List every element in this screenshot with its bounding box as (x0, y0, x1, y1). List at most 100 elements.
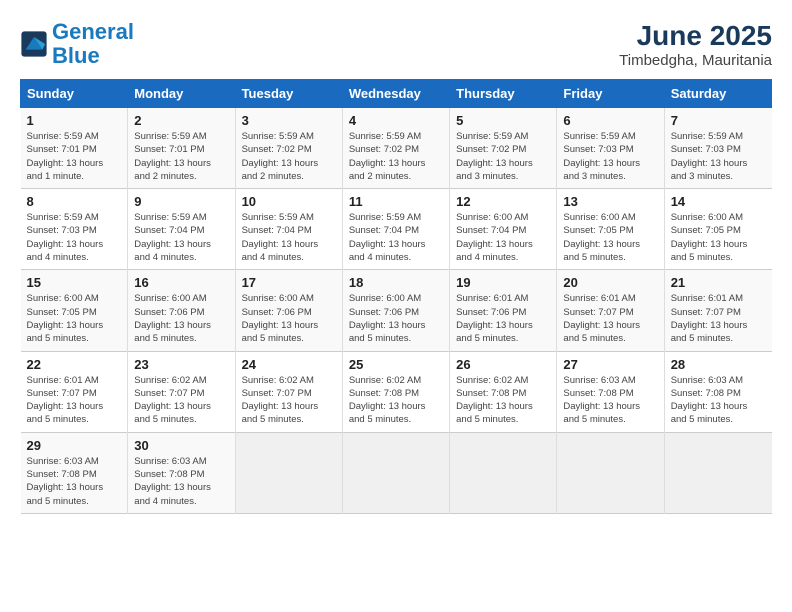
calendar-header-row: Sunday Monday Tuesday Wednesday Thursday… (21, 80, 772, 108)
calendar-cell: 5 Sunrise: 5:59 AM Sunset: 7:02 PM Daylig… (450, 108, 557, 189)
day-detail: Sunrise: 6:00 AM Sunset: 7:05 PM Dayligh… (671, 211, 766, 264)
calendar-cell: 8 Sunrise: 5:59 AM Sunset: 7:03 PM Daylig… (21, 189, 128, 270)
page-header: General Blue June 2025 Timbedgha, Maurit… (20, 20, 772, 69)
day-detail: Sunrise: 6:02 AM Sunset: 7:08 PM Dayligh… (349, 374, 443, 427)
day-detail: Sunrise: 6:03 AM Sunset: 7:08 PM Dayligh… (671, 374, 766, 427)
calendar-cell (664, 432, 771, 513)
calendar-cell (450, 432, 557, 513)
day-detail: Sunrise: 5:59 AM Sunset: 7:03 PM Dayligh… (563, 130, 657, 183)
day-number: 16 (134, 275, 228, 290)
day-number: 27 (563, 357, 657, 372)
col-thursday: Thursday (450, 80, 557, 108)
calendar-cell: 25 Sunrise: 6:02 AM Sunset: 7:08 PM Dayli… (342, 351, 449, 432)
calendar-cell (235, 432, 342, 513)
day-number: 3 (242, 113, 336, 128)
logo-icon (20, 30, 48, 58)
day-number: 20 (563, 275, 657, 290)
calendar-cell (342, 432, 449, 513)
calendar-cell: 24 Sunrise: 6:02 AM Sunset: 7:07 PM Dayli… (235, 351, 342, 432)
calendar-cell: 3 Sunrise: 5:59 AM Sunset: 7:02 PM Daylig… (235, 108, 342, 189)
calendar-cell: 23 Sunrise: 6:02 AM Sunset: 7:07 PM Dayli… (128, 351, 235, 432)
logo-text: General Blue (52, 20, 134, 68)
day-number: 29 (27, 438, 122, 453)
col-tuesday: Tuesday (235, 80, 342, 108)
calendar-cell: 12 Sunrise: 6:00 AM Sunset: 7:04 PM Dayli… (450, 189, 557, 270)
day-number: 8 (27, 194, 122, 209)
day-number: 24 (242, 357, 336, 372)
day-detail: Sunrise: 6:03 AM Sunset: 7:08 PM Dayligh… (563, 374, 657, 427)
day-detail: Sunrise: 6:00 AM Sunset: 7:05 PM Dayligh… (563, 211, 657, 264)
calendar-cell (557, 432, 664, 513)
day-number: 23 (134, 357, 228, 372)
day-number: 21 (671, 275, 766, 290)
day-detail: Sunrise: 5:59 AM Sunset: 7:02 PM Dayligh… (242, 130, 336, 183)
calendar-cell: 21Sunrise: 6:01 AM Sunset: 7:07 PM Dayli… (664, 270, 771, 351)
logo-line2: Blue (52, 43, 100, 68)
calendar-cell: 17Sunrise: 6:00 AM Sunset: 7:06 PM Dayli… (235, 270, 342, 351)
calendar-week-row: 29 Sunrise: 6:03 AM Sunset: 7:08 PM Dayli… (21, 432, 772, 513)
calendar-cell: 13 Sunrise: 6:00 AM Sunset: 7:05 PM Dayli… (557, 189, 664, 270)
calendar-cell: 15Sunrise: 6:00 AM Sunset: 7:05 PM Dayli… (21, 270, 128, 351)
calendar-cell: 29 Sunrise: 6:03 AM Sunset: 7:08 PM Dayli… (21, 432, 128, 513)
day-detail: Sunrise: 6:03 AM Sunset: 7:08 PM Dayligh… (27, 455, 122, 508)
day-detail: Sunrise: 5:59 AM Sunset: 7:01 PM Dayligh… (27, 130, 122, 183)
day-number: 1 (27, 113, 122, 128)
calendar-cell: 18 Sunrise: 6:00 AM Sunset: 7:06 PM Dayli… (342, 270, 449, 351)
calendar-cell: 14 Sunrise: 6:00 AM Sunset: 7:05 PM Dayli… (664, 189, 771, 270)
location: Timbedgha, Mauritania (619, 52, 772, 69)
calendar-cell: 10Sunrise: 5:59 AM Sunset: 7:04 PM Dayli… (235, 189, 342, 270)
day-detail: Sunrise: 5:59 AM Sunset: 7:03 PM Dayligh… (27, 211, 122, 264)
day-detail: Sunrise: 5:59 AM Sunset: 7:02 PM Dayligh… (349, 130, 443, 183)
title-block: June 2025 Timbedgha, Mauritania (619, 20, 772, 69)
day-detail: Sunrise: 6:02 AM Sunset: 7:08 PM Dayligh… (456, 374, 550, 427)
day-detail: Sunrise: 5:59 AM Sunset: 7:04 PM Dayligh… (349, 211, 443, 264)
day-detail: Sunrise: 6:02 AM Sunset: 7:07 PM Dayligh… (134, 374, 228, 427)
day-detail: Sunrise: 5:59 AM Sunset: 7:02 PM Dayligh… (456, 130, 550, 183)
calendar-cell: 28Sunrise: 6:03 AM Sunset: 7:08 PM Dayli… (664, 351, 771, 432)
day-number: 12 (456, 194, 550, 209)
day-number: 26 (456, 357, 550, 372)
calendar-cell: 16Sunrise: 6:00 AM Sunset: 7:06 PM Dayli… (128, 270, 235, 351)
day-number: 6 (563, 113, 657, 128)
calendar-week-row: 8 Sunrise: 5:59 AM Sunset: 7:03 PM Daylig… (21, 189, 772, 270)
day-detail: Sunrise: 6:01 AM Sunset: 7:06 PM Dayligh… (456, 292, 550, 345)
day-detail: Sunrise: 6:00 AM Sunset: 7:06 PM Dayligh… (349, 292, 443, 345)
day-number: 25 (349, 357, 443, 372)
calendar-table: Sunday Monday Tuesday Wednesday Thursday… (20, 79, 772, 514)
day-number: 9 (134, 194, 228, 209)
day-detail: Sunrise: 6:00 AM Sunset: 7:04 PM Dayligh… (456, 211, 550, 264)
day-number: 22 (27, 357, 122, 372)
day-detail: Sunrise: 6:01 AM Sunset: 7:07 PM Dayligh… (27, 374, 122, 427)
day-detail: Sunrise: 5:59 AM Sunset: 7:04 PM Dayligh… (242, 211, 336, 264)
calendar-cell: 26 Sunrise: 6:02 AM Sunset: 7:08 PM Dayli… (450, 351, 557, 432)
day-detail: Sunrise: 6:03 AM Sunset: 7:08 PM Dayligh… (134, 455, 228, 508)
calendar-week-row: 1 Sunrise: 5:59 AM Sunset: 7:01 PM Daylig… (21, 108, 772, 189)
col-friday: Friday (557, 80, 664, 108)
day-number: 4 (349, 113, 443, 128)
calendar-cell: 20 Sunrise: 6:01 AM Sunset: 7:07 PM Dayli… (557, 270, 664, 351)
day-detail: Sunrise: 5:59 AM Sunset: 7:04 PM Dayligh… (134, 211, 228, 264)
day-number: 13 (563, 194, 657, 209)
day-number: 19 (456, 275, 550, 290)
calendar-cell: 6 Sunrise: 5:59 AM Sunset: 7:03 PM Daylig… (557, 108, 664, 189)
day-number: 11 (349, 194, 443, 209)
day-number: 5 (456, 113, 550, 128)
day-number: 14 (671, 194, 766, 209)
day-number: 15 (27, 275, 122, 290)
month-year: June 2025 (619, 20, 772, 52)
logo: General Blue (20, 20, 134, 68)
calendar-week-row: 15Sunrise: 6:00 AM Sunset: 7:05 PM Dayli… (21, 270, 772, 351)
calendar-cell: 4 Sunrise: 5:59 AM Sunset: 7:02 PM Daylig… (342, 108, 449, 189)
calendar-cell: 2 Sunrise: 5:59 AM Sunset: 7:01 PM Daylig… (128, 108, 235, 189)
calendar-cell: 7Sunrise: 5:59 AM Sunset: 7:03 PM Daylig… (664, 108, 771, 189)
day-number: 18 (349, 275, 443, 290)
day-detail: Sunrise: 6:02 AM Sunset: 7:07 PM Dayligh… (242, 374, 336, 427)
calendar-cell: 22 Sunrise: 6:01 AM Sunset: 7:07 PM Dayli… (21, 351, 128, 432)
day-detail: Sunrise: 6:01 AM Sunset: 7:07 PM Dayligh… (563, 292, 657, 345)
calendar-cell: 9 Sunrise: 5:59 AM Sunset: 7:04 PM Daylig… (128, 189, 235, 270)
day-number: 2 (134, 113, 228, 128)
day-detail: Sunrise: 5:59 AM Sunset: 7:01 PM Dayligh… (134, 130, 228, 183)
col-saturday: Saturday (664, 80, 771, 108)
calendar-week-row: 22 Sunrise: 6:01 AM Sunset: 7:07 PM Dayli… (21, 351, 772, 432)
calendar-cell: 30Sunrise: 6:03 AM Sunset: 7:08 PM Dayli… (128, 432, 235, 513)
